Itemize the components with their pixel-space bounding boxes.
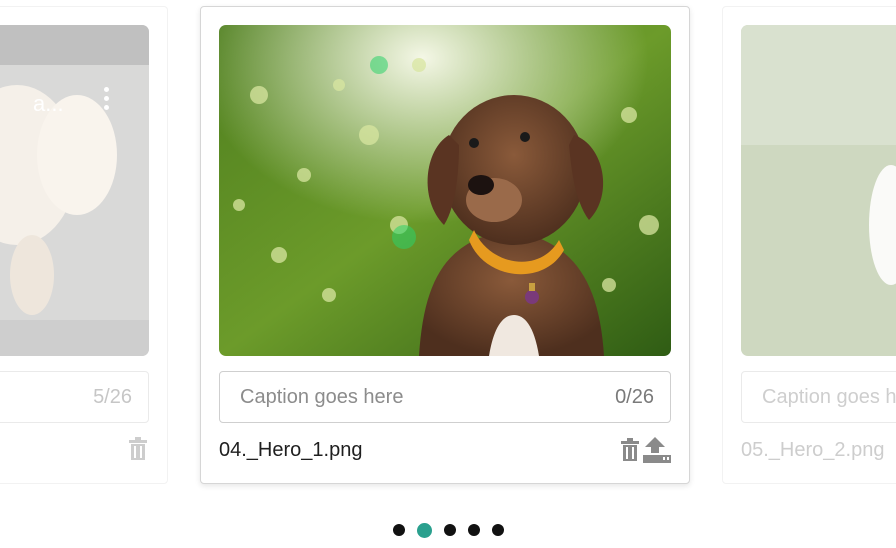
slide-image-next: [741, 25, 896, 356]
pagination-dot-4[interactable]: [467, 524, 480, 536]
caption-input-previous[interactable]: 5/26: [0, 371, 149, 423]
pagination-dot-5[interactable]: [491, 524, 504, 536]
file-name: 04._Hero_1.png: [219, 439, 363, 461]
slide-next[interactable]: Caption goes here 05._Hero_2.png: [722, 6, 896, 484]
slide-previous[interactable]: a... 5/26: [0, 6, 168, 484]
file-actions-current: [619, 437, 671, 463]
caption-placeholder: Caption goes here: [240, 385, 404, 408]
carousel-pagination: [0, 523, 896, 538]
pagination-dot-2-active[interactable]: [416, 523, 432, 538]
trash-icon[interactable]: [127, 437, 149, 461]
slide-image-current: [219, 25, 671, 356]
pagination-dot-1[interactable]: [392, 524, 405, 536]
file-name: 05._Hero_2.png: [741, 439, 885, 461]
caption-char-count: 0/26: [615, 385, 654, 408]
caption-input-current[interactable]: Caption goes here 0/26: [219, 371, 671, 423]
kebab-menu-icon[interactable]: [101, 87, 111, 117]
slide-current[interactable]: Caption goes here 0/26 04._Hero_1.png: [200, 6, 690, 484]
caption-char-count: 5/26: [93, 385, 132, 408]
image-overlay-title: a...: [33, 91, 64, 116]
pagination-dot-3[interactable]: [443, 524, 456, 536]
caption-input-next[interactable]: Caption goes here: [741, 371, 896, 423]
carousel: a... 5/26 Caption goes here 0/26 04._Her…: [0, 0, 896, 548]
upload-icon[interactable]: [643, 437, 671, 463]
file-actions-previous: [127, 437, 149, 461]
dog-photo-puppy: [219, 25, 671, 356]
image-overlay-bar: [0, 25, 149, 65]
dog-photo-grass: [741, 25, 896, 356]
caption-placeholder: Caption goes here: [762, 385, 896, 408]
image-bottom-strip: [0, 320, 149, 356]
slide-image-previous: a...: [0, 25, 149, 356]
dog-photo-golden: [0, 25, 149, 356]
trash-icon[interactable]: [619, 438, 641, 462]
